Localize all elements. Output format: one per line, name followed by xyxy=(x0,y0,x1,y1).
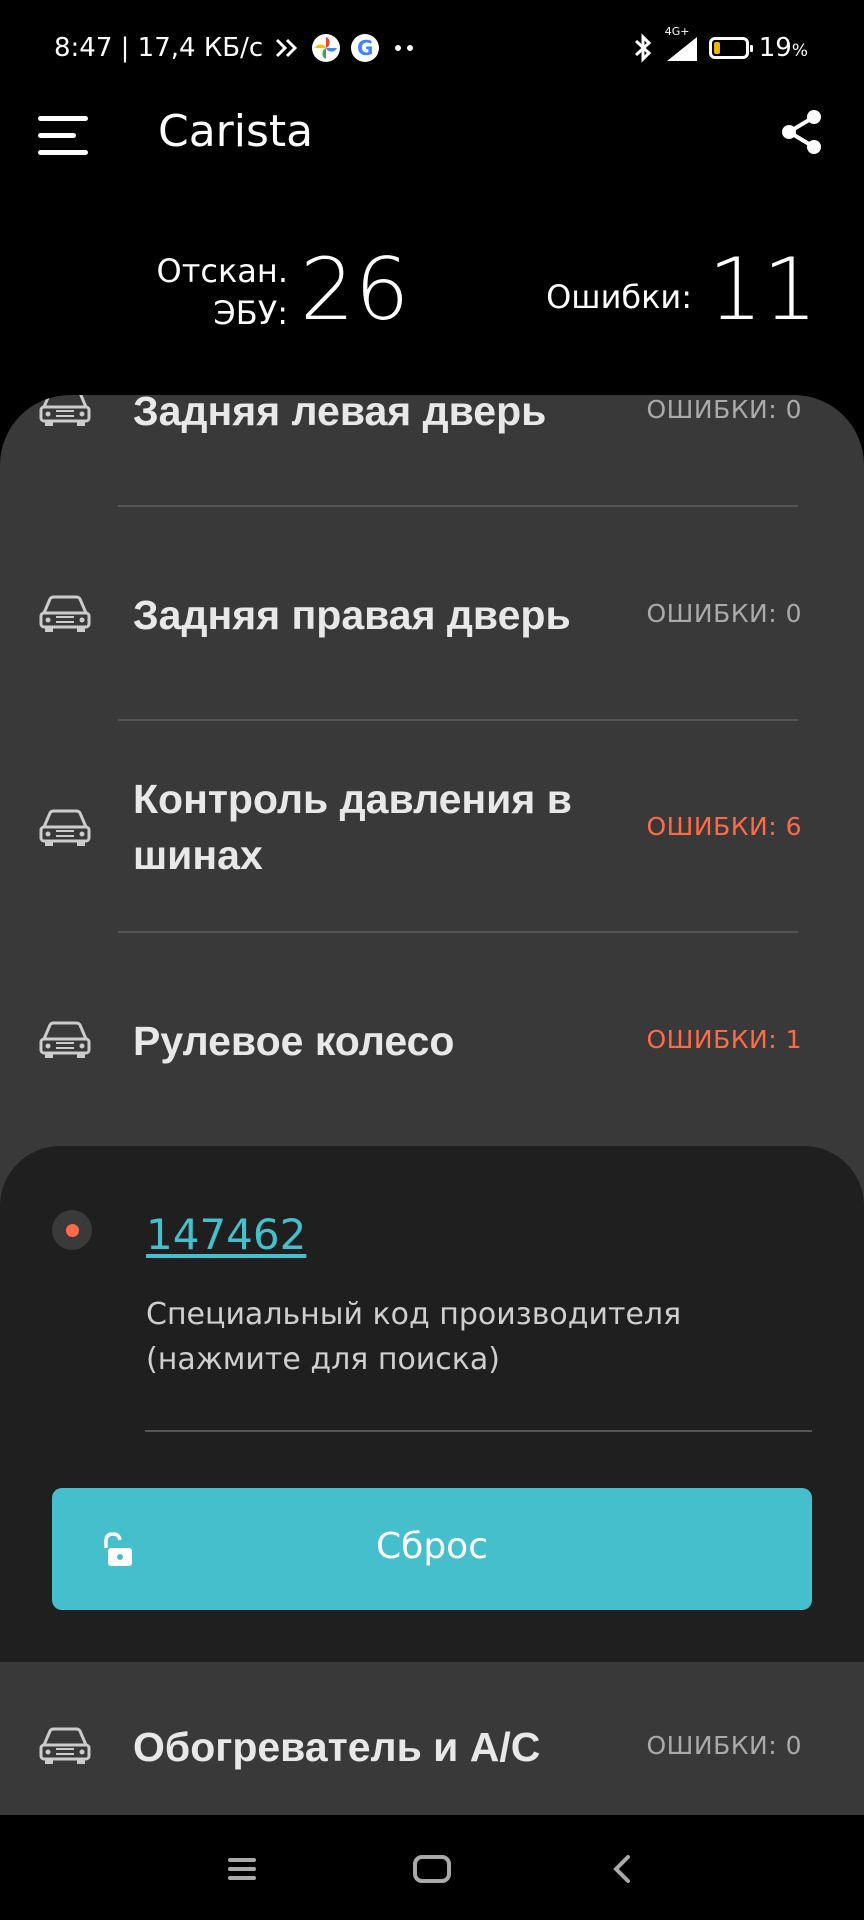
list-item[interactable]: Рулевое колесо ОШИБКИ: 1 xyxy=(0,933,864,1145)
scanned-ecu-count: 26 xyxy=(300,240,410,340)
fault-code-description: Специальный код производителя (нажмите д… xyxy=(146,1297,682,1377)
car-icon xyxy=(39,809,91,846)
list-item[interactable]: Контроль давления в шинах ОШИБКИ: 6 xyxy=(0,721,864,931)
reset-button[interactable]: Сброс xyxy=(52,1488,812,1610)
fault-detail-panel: 147462 Специальный код производителя (на… xyxy=(0,1146,864,1662)
home-icon[interactable] xyxy=(408,1845,456,1893)
list-item[interactable]: Обогреватель и A/C ОШИБКИ: 0 xyxy=(0,1663,864,1815)
divider xyxy=(145,1430,812,1432)
reset-button-label: Сброс xyxy=(375,1526,488,1567)
fault-dot-icon xyxy=(65,1223,79,1237)
scan-summary: Отскан. ЭБУ: 26 Ошибки: 11 xyxy=(0,240,864,350)
status-left: 8:47 | 17,4 КБ/с G xyxy=(54,33,419,63)
module-errors: ОШИБКИ: 1 xyxy=(646,1025,802,1054)
back-icon[interactable] xyxy=(598,1845,646,1893)
google-icon: G xyxy=(351,34,380,62)
app-bar: Carista xyxy=(0,96,864,176)
scanned-ecu-label: Отскан. ЭБУ: xyxy=(156,252,288,332)
status-time: 8:47 | 17,4 КБ/с xyxy=(54,33,264,63)
status-bar: 8:47 | 17,4 КБ/с G 4G+ 19% xyxy=(0,0,864,96)
module-errors: ОШИБКИ: 0 xyxy=(646,395,802,424)
module-name: Задняя правая дверь xyxy=(133,592,571,638)
signal-icon: 4G+ xyxy=(663,25,699,63)
more-notifications-icon xyxy=(389,43,419,53)
battery-fill xyxy=(713,42,720,54)
fault-indicator xyxy=(52,1210,92,1250)
data-saver-icon xyxy=(273,36,301,60)
car-icon xyxy=(39,1021,91,1058)
car-icon xyxy=(39,595,91,632)
fault-code-link[interactable]: 147462 xyxy=(146,1210,306,1259)
status-right: 4G+ 19% xyxy=(633,25,808,63)
bluetooth-icon xyxy=(633,33,653,63)
battery-percent: 19% xyxy=(758,33,808,63)
share-icon[interactable] xyxy=(778,108,826,156)
module-errors: ОШИБКИ: 0 xyxy=(646,599,802,628)
module-name: Рулевое колесо xyxy=(133,1018,455,1064)
module-name: Контроль давления в шинах xyxy=(133,776,572,878)
list-item[interactable]: Задняя правая дверь ОШИБКИ: 0 xyxy=(0,507,864,719)
module-errors: ОШИБКИ: 6 xyxy=(646,812,802,841)
car-icon xyxy=(39,395,91,426)
module-name: Обогреватель и A/C xyxy=(133,1724,541,1770)
app-title: Carista xyxy=(158,106,314,157)
battery-icon xyxy=(708,37,753,59)
list-item[interactable]: Задняя левая дверь ОШИБКИ: 0 xyxy=(0,395,864,515)
system-nav-bar xyxy=(0,1815,864,1920)
module-errors: ОШИБКИ: 0 xyxy=(646,1731,802,1760)
car-icon xyxy=(39,1727,91,1764)
recents-icon[interactable] xyxy=(218,1845,266,1893)
errors-label: Ошибки: xyxy=(546,278,692,316)
errors-count: 11 xyxy=(708,240,818,340)
module-name: Задняя левая дверь xyxy=(133,395,547,434)
network-type: 4G+ xyxy=(664,25,690,38)
photos-icon xyxy=(311,33,341,63)
menu-icon[interactable] xyxy=(38,112,88,160)
